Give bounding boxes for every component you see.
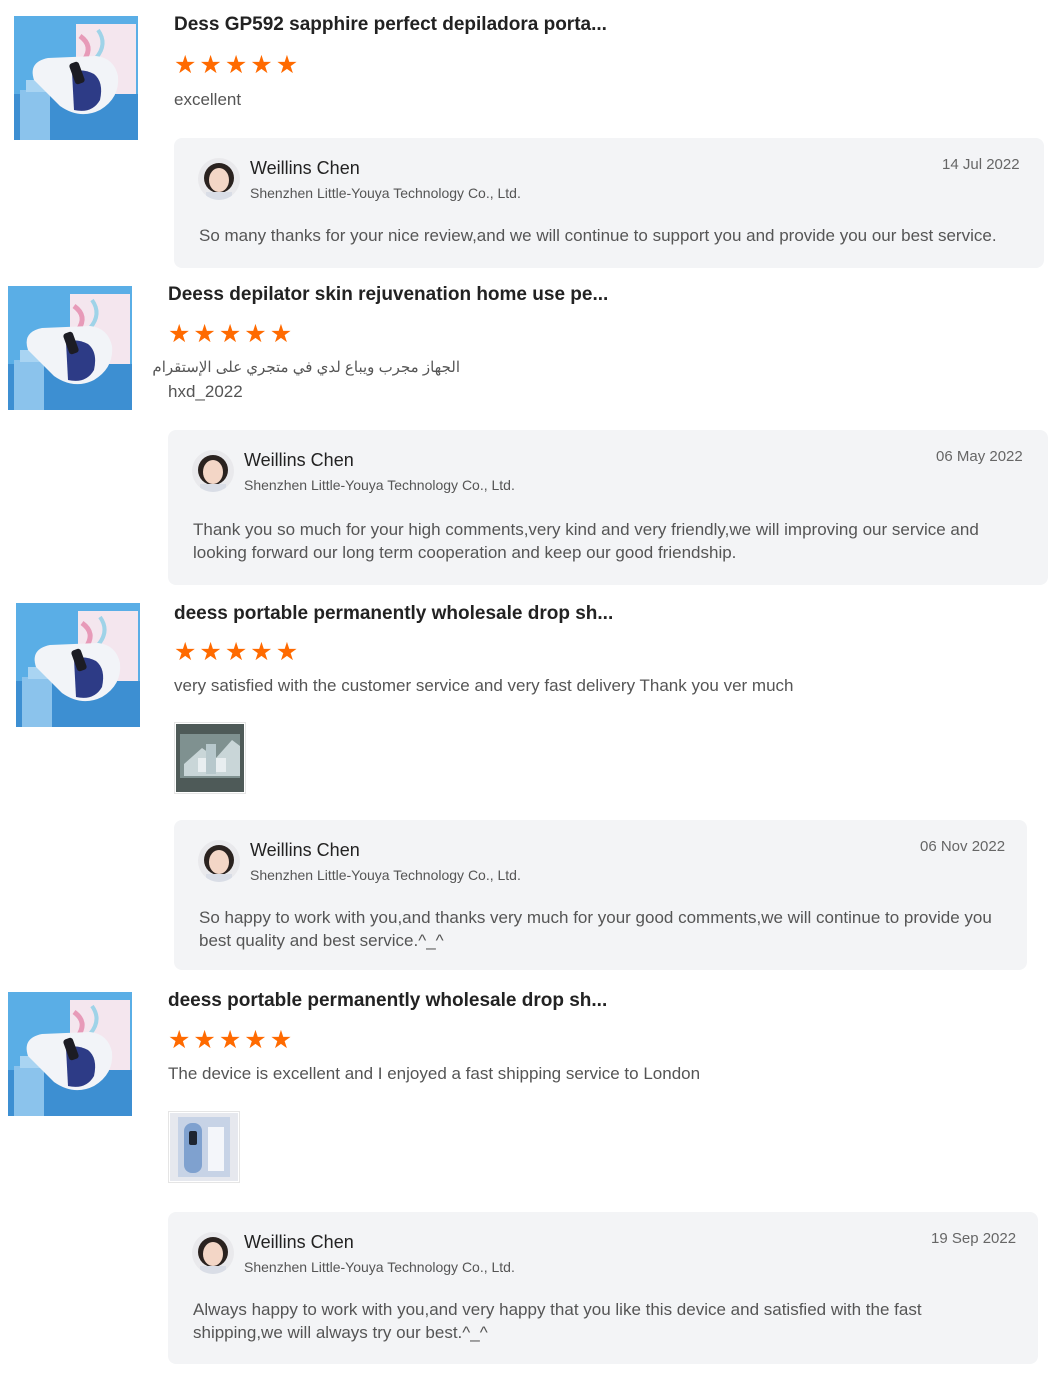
reply-text-line: Always happy to work with you,and very h… xyxy=(193,1300,922,1319)
reply-company: Shenzhen Little-Youya Technology Co., Lt… xyxy=(244,1259,515,1275)
avatar xyxy=(198,158,240,200)
star-icon: ★ xyxy=(275,51,299,79)
review-comment: very satisfied with the customer service… xyxy=(174,676,794,695)
seller-reply: Weillins Chen Shenzhen Little-Youya Tech… xyxy=(174,138,1044,268)
star-icon: ★ xyxy=(224,51,248,79)
reply-author-name: Weillins Chen xyxy=(244,450,354,470)
review-comment: الجهاز مجرب ويباع لدي في متجري على الإست… xyxy=(152,359,460,376)
star-icon: ★ xyxy=(193,1026,216,1054)
star-icon: ★ xyxy=(174,51,197,79)
star-rating: ★ ★ ★ ★ ★ xyxy=(168,1028,292,1053)
star-icon: ★ xyxy=(224,638,248,666)
review-comment: excellent xyxy=(174,90,242,109)
star-icon: ★ xyxy=(193,320,216,348)
seller-reply: Weillins Chen Shenzhen Little-Youya Tech… xyxy=(174,820,1027,970)
reply-author-name: Weillins Chen xyxy=(244,1232,354,1252)
star-icon: ★ xyxy=(269,320,293,348)
star-icon: ★ xyxy=(168,1026,191,1054)
star-icon: ★ xyxy=(174,638,197,666)
reply-date: 14 Jul 2022 xyxy=(942,156,1020,173)
star-icon: ★ xyxy=(168,320,191,348)
star-rating: ★ ★ ★ ★ ★ xyxy=(174,640,298,665)
review-author: hxd_2022 xyxy=(168,382,243,401)
avatar xyxy=(192,450,234,492)
reply-text: So many thanks for your nice review,and … xyxy=(199,226,997,245)
product-title[interactable]: Dess GP592 sapphire perfect depiladora p… xyxy=(174,14,607,36)
star-icon: ★ xyxy=(269,1026,293,1054)
reply-text: So happy to work with you,and thanks ver… xyxy=(199,906,992,952)
reply-company: Shenzhen Little-Youya Technology Co., Lt… xyxy=(250,185,521,201)
star-rating: ★ ★ ★ ★ ★ xyxy=(174,53,298,78)
star-icon: ★ xyxy=(244,320,267,348)
reply-author-name: Weillins Chen xyxy=(250,158,360,178)
reply-company: Shenzhen Little-Youya Technology Co., Lt… xyxy=(250,867,521,883)
avatar xyxy=(198,840,240,882)
product-title[interactable]: deess portable permanently wholesale dro… xyxy=(168,990,607,1012)
product-thumbnail[interactable] xyxy=(8,992,132,1116)
reply-date: 06 Nov 2022 xyxy=(920,838,1006,855)
star-icon: ★ xyxy=(218,1026,242,1054)
review-photo[interactable] xyxy=(174,722,246,794)
star-icon: ★ xyxy=(244,1026,267,1054)
product-thumbnail[interactable] xyxy=(8,286,132,410)
review-comment: The device is excellent and I enjoyed a … xyxy=(168,1064,701,1083)
seller-reply: Weillins Chen Shenzhen Little-Youya Tech… xyxy=(168,1212,1038,1364)
reply-text-line: looking forward our long term cooperatio… xyxy=(193,543,737,562)
star-icon: ★ xyxy=(275,638,299,666)
star-rating: ★ ★ ★ ★ ★ xyxy=(168,322,292,347)
product-title[interactable]: deess portable permanently wholesale dro… xyxy=(174,603,613,625)
reply-text-line: best quality and best service.^_^ xyxy=(199,931,444,950)
reply-company: Shenzhen Little-Youya Technology Co., Lt… xyxy=(244,477,515,493)
reply-date: 06 May 2022 xyxy=(936,448,1023,465)
reply-text-line: So happy to work with you,and thanks ver… xyxy=(199,908,992,927)
avatar xyxy=(192,1232,234,1274)
product-title[interactable]: Deess depilator skin rejuvenation home u… xyxy=(168,284,608,306)
star-icon: ★ xyxy=(218,320,242,348)
reply-text: Thank you so much for your high comments… xyxy=(193,518,979,564)
star-icon: ★ xyxy=(199,51,222,79)
reply-text: Always happy to work with you,and very h… xyxy=(193,1298,922,1344)
reply-text-line: shipping,we will always try our best.^_^ xyxy=(193,1323,488,1342)
reply-date: 19 Sep 2022 xyxy=(931,1230,1017,1247)
seller-reply: Weillins Chen Shenzhen Little-Youya Tech… xyxy=(168,430,1048,585)
star-icon: ★ xyxy=(250,638,273,666)
reply-author-name: Weillins Chen xyxy=(250,840,360,860)
review-photo[interactable] xyxy=(168,1111,240,1183)
star-icon: ★ xyxy=(250,51,273,79)
reply-text-line: Thank you so much for your high comments… xyxy=(193,520,979,539)
product-thumbnail[interactable] xyxy=(16,603,140,727)
product-thumbnail[interactable] xyxy=(14,16,138,140)
star-icon: ★ xyxy=(199,638,222,666)
